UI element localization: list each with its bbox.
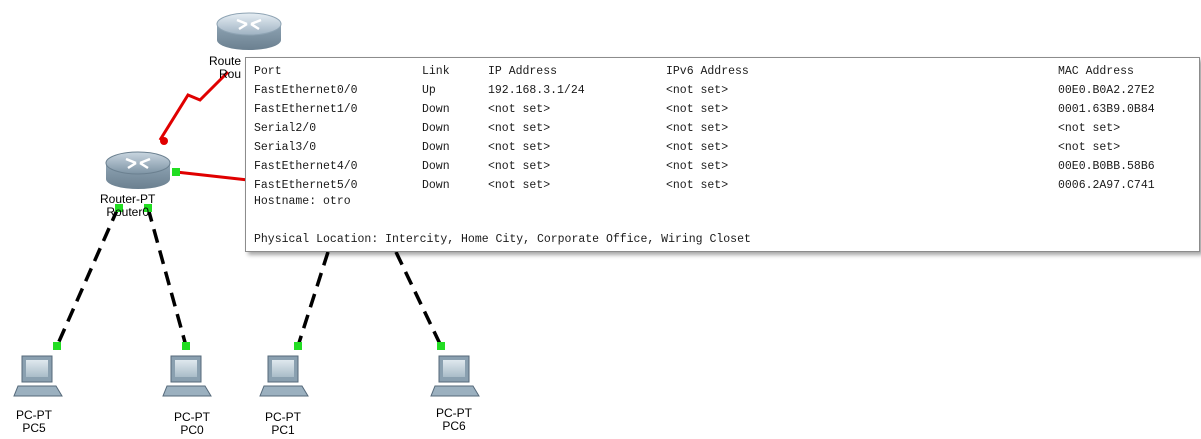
table-row: Serial2/0 Down <not set> <not set> <not … xyxy=(254,119,1198,138)
device-label-router0: Router-PT Router0 xyxy=(100,193,155,219)
serial-link[interactable] xyxy=(158,70,230,141)
link-status-down xyxy=(160,137,168,145)
device-name: Rou xyxy=(219,67,242,81)
pc-icon[interactable] xyxy=(162,355,212,397)
cell-ip: <not set> xyxy=(488,122,551,135)
header-ipv6: IPv6 Address xyxy=(666,65,749,78)
header-mac: MAC Address xyxy=(1058,65,1134,78)
link-status-up xyxy=(437,342,445,350)
cell-ipv6: <not set> xyxy=(666,103,729,116)
ethernet-link[interactable] xyxy=(175,170,249,182)
cell-link: Down xyxy=(422,141,450,154)
cell-mac: 00E0.B0BB.58B6 xyxy=(1058,160,1155,173)
link-status-up xyxy=(53,342,61,350)
cell-ip: <not set> xyxy=(488,103,551,116)
cell-port: FastEthernet1/0 xyxy=(254,103,358,116)
cell-link: Down xyxy=(422,122,450,135)
ethernet-link-pc1[interactable] xyxy=(296,251,330,347)
device-label-router-top: Route Rou xyxy=(209,55,241,81)
router-icon[interactable] xyxy=(216,12,282,50)
cell-ipv6: <not set> xyxy=(666,160,729,173)
cell-ipv6: <not set> xyxy=(666,122,729,135)
device-label-pc5: PC-PT PC5 xyxy=(16,409,52,435)
link-status-up xyxy=(182,342,190,350)
header-link: Link xyxy=(422,65,450,78)
cell-port: Serial2/0 xyxy=(254,122,317,135)
table-row: FastEthernet5/0 Down <not set> <not set>… xyxy=(254,176,1198,195)
cell-port: Serial3/0 xyxy=(254,141,317,154)
table-row: FastEthernet0/0 Up 192.168.3.1/24 <not s… xyxy=(254,81,1198,100)
ethernet-link-pc6[interactable] xyxy=(394,251,443,347)
port-table-header: Port Link IP Address IPv6 Address MAC Ad… xyxy=(254,62,1198,81)
cell-link: Down xyxy=(422,103,450,116)
hostname-text: Hostname: otro xyxy=(254,195,351,208)
cell-link: Up xyxy=(422,84,436,97)
link-status-up xyxy=(294,342,302,350)
cell-mac: 0001.63B9.0B84 xyxy=(1058,103,1155,116)
pc-icon[interactable] xyxy=(259,355,309,397)
device-name: PC6 xyxy=(442,419,466,433)
header-port: Port xyxy=(254,65,282,78)
link-status-up xyxy=(172,168,180,176)
device-name: PC1 xyxy=(271,423,295,437)
pc-icon[interactable] xyxy=(13,355,63,397)
physical-location-text: Physical Location: Intercity, Home City,… xyxy=(254,233,751,246)
ethernet-link-pc0[interactable] xyxy=(146,207,188,347)
cell-ipv6: <not set> xyxy=(666,141,729,154)
cell-mac: <not set> xyxy=(1058,122,1121,135)
port-table: Port Link IP Address IPv6 Address MAC Ad… xyxy=(254,62,1198,195)
cell-ipv6: <not set> xyxy=(666,84,729,97)
pc-icon[interactable] xyxy=(430,355,480,397)
router-icon[interactable] xyxy=(105,151,171,189)
cell-ip: <not set> xyxy=(488,179,551,192)
cell-mac: 0006.2A97.C741 xyxy=(1058,179,1155,192)
cell-port: FastEthernet5/0 xyxy=(254,179,358,192)
device-name: PC0 xyxy=(180,423,204,437)
cell-mac: <not set> xyxy=(1058,141,1121,154)
device-label-pc0: PC-PT PC0 xyxy=(174,411,210,437)
cell-ipv6: <not set> xyxy=(666,179,729,192)
cell-port: FastEthernet4/0 xyxy=(254,160,358,173)
cell-ip: <not set> xyxy=(488,141,551,154)
table-row: FastEthernet1/0 Down <not set> <not set>… xyxy=(254,100,1198,119)
device-name: Router0 xyxy=(106,205,150,219)
cell-mac: 00E0.B0A2.27E2 xyxy=(1058,84,1155,97)
cell-link: Down xyxy=(422,179,450,192)
cell-ip: <not set> xyxy=(488,160,551,173)
device-label-pc1: PC-PT PC1 xyxy=(265,411,301,437)
device-label-pc6: PC-PT PC6 xyxy=(436,407,472,433)
device-info-tooltip: Port Link IP Address IPv6 Address MAC Ad… xyxy=(245,57,1200,252)
cell-ip: 192.168.3.1/24 xyxy=(488,84,585,97)
table-row: Serial3/0 Down <not set> <not set> <not … xyxy=(254,138,1198,157)
device-name: PC5 xyxy=(22,421,46,435)
cell-port: FastEthernet0/0 xyxy=(254,84,358,97)
cell-link: Down xyxy=(422,160,450,173)
ethernet-link-pc5[interactable] xyxy=(55,207,120,347)
table-row: FastEthernet4/0 Down <not set> <not set>… xyxy=(254,157,1198,176)
header-ip: IP Address xyxy=(488,65,558,78)
